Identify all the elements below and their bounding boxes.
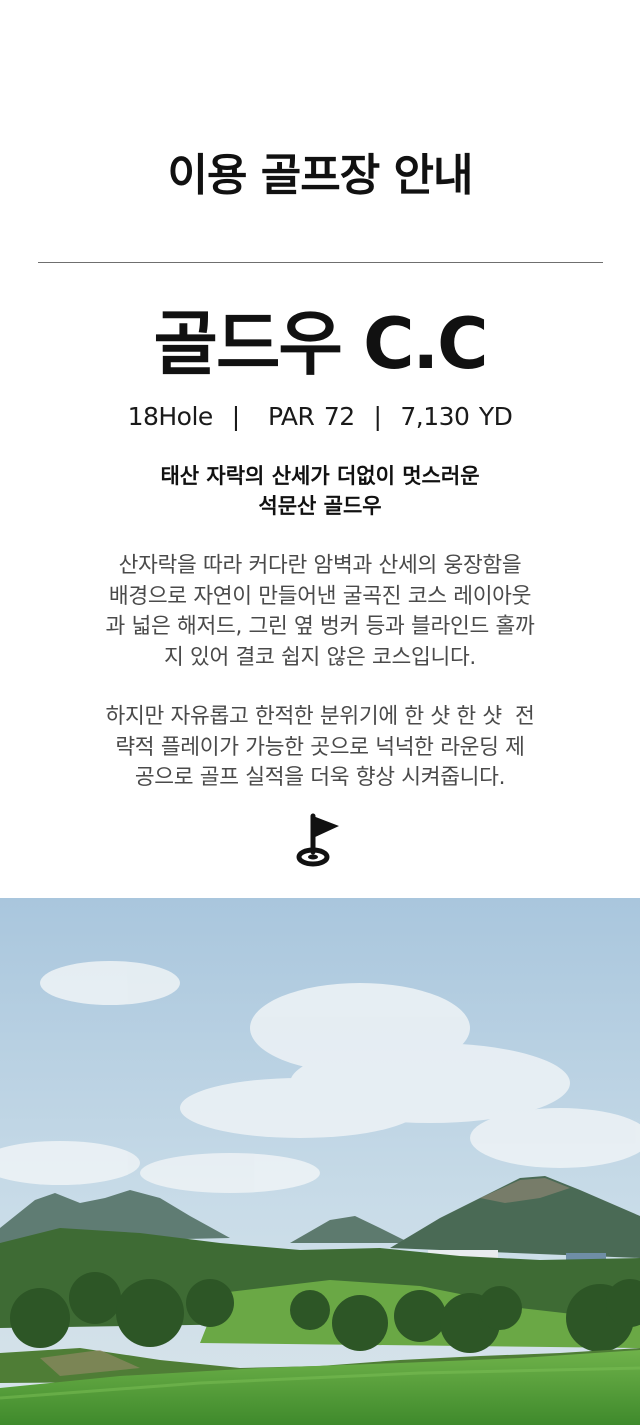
description-line: 략적 플레이가 가능한 곳으로 넉넉한 라운딩 제: [115, 734, 525, 760]
golf-course-info-page: 이용 골프장 안내 골드우 C.C 18Hole | PAR 72 | 7,13…: [0, 0, 640, 1425]
description-line: 산자락을 따라 커다란 암벽과 산세의 웅장함을: [118, 553, 522, 578]
description-paragraph: 하지만 자유롭고 한적한 분위기에 한 샷 한 샷 전 략적 플레이가 가능한 …: [58, 702, 582, 794]
golf-flag-icon: [296, 813, 339, 867]
course-stats: 18Hole | PAR 72 | 7,130 YD: [127, 402, 513, 431]
course-name: 골드우 C.C: [153, 303, 489, 385]
description-line: 지 있어 결코 쉽지 않은 코스입니다.: [164, 644, 476, 670]
divider: [38, 262, 603, 263]
description-line: 공으로 골프 실적을 더욱 향상 시켜줍니다.: [134, 765, 506, 790]
tagline-line: 석문산 골드우: [258, 494, 382, 518]
section-title: 이용 골프장 안내: [167, 150, 474, 201]
description-line: 배경으로 자연이 만들어낸 굴곡진 코스 레이아웃: [108, 583, 532, 609]
tagline-line: 태산 자락의 산세가 더없이 멋스러운: [160, 464, 480, 488]
description-line: 과 넓은 해저드, 그린 옆 벙커 등과 블라인드 홀까: [105, 614, 535, 639]
course-tagline: 태산 자락의 산세가 더없이 멋스러운 석문산 골드우: [0, 461, 640, 521]
description-line: 하지만 자유롭고 한적한 분위기에 한 샷 한 샷 전: [105, 704, 535, 729]
info-section: 이용 골프장 안내 골드우 C.C 18Hole | PAR 72 | 7,13…: [0, 0, 640, 898]
golf-course-photo: [0, 898, 640, 1425]
description-paragraph: 산자락을 따라 커다란 암벽과 산세의 웅장함을 배경으로 자연이 만들어낸 굴…: [58, 551, 582, 673]
